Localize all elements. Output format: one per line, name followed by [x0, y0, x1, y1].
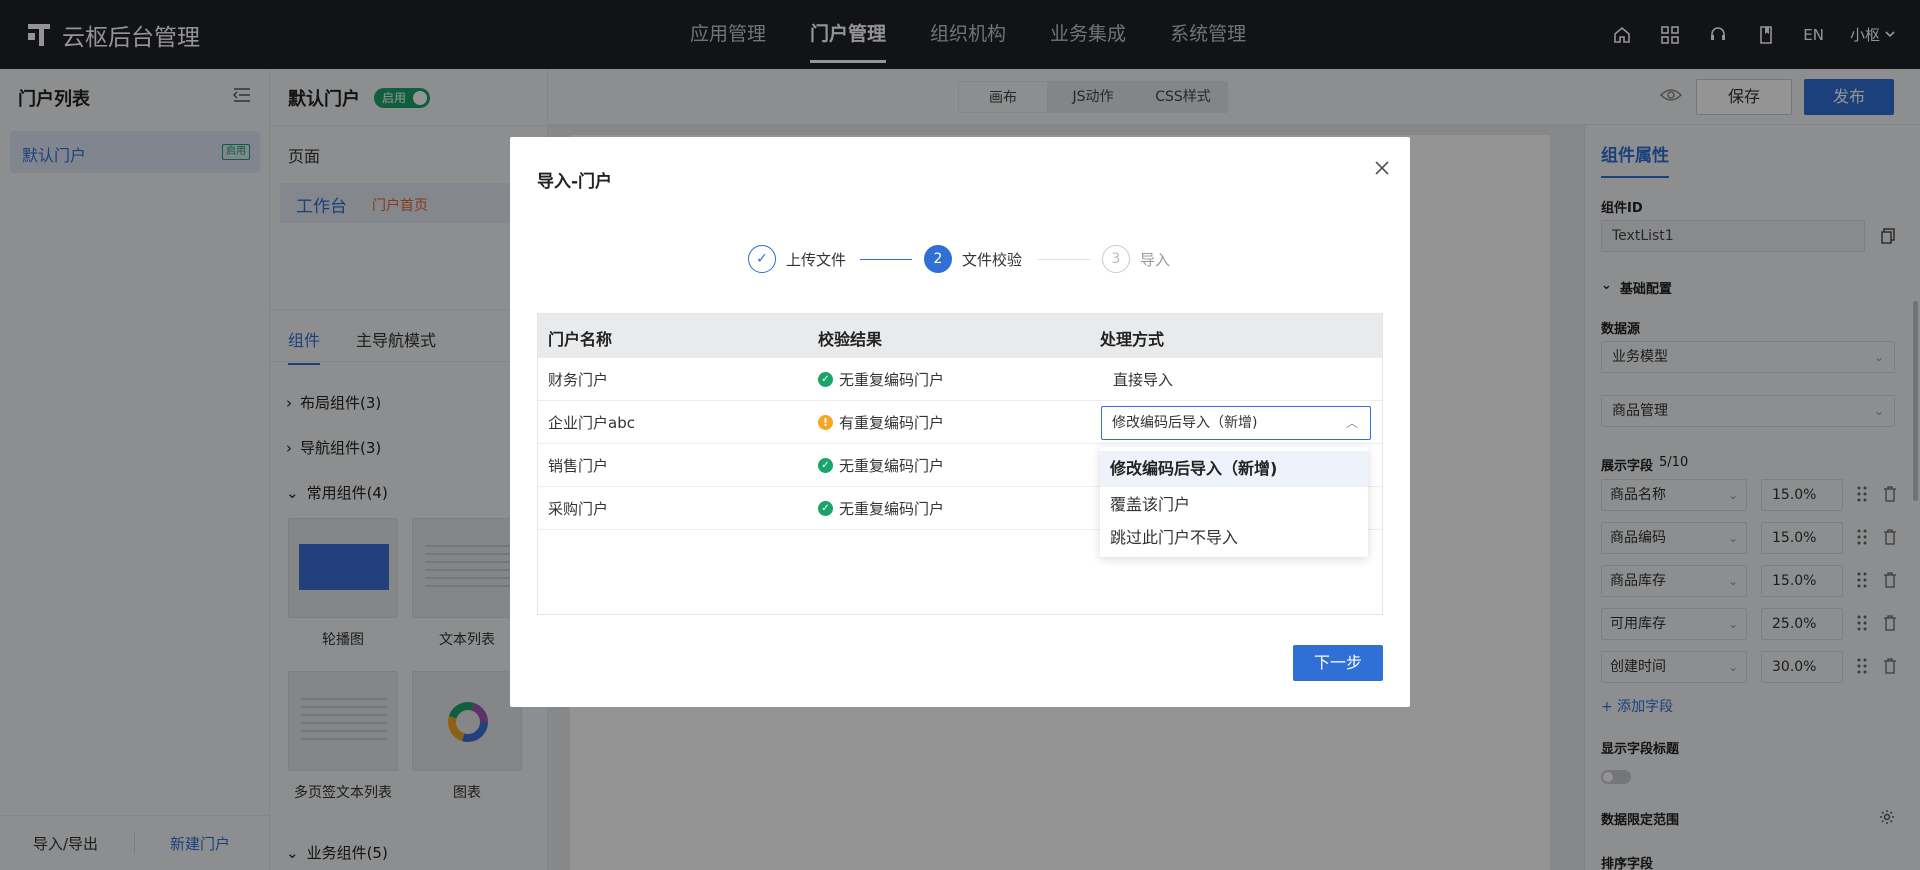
cell-action: 直接导入: [1113, 371, 1174, 389]
step-2-label: 文件校验: [962, 251, 1023, 269]
chevron-up-icon: ︿: [1345, 416, 1358, 430]
cell-portal-name: 采购门户: [548, 500, 609, 518]
table-row: 财务门户 ✓ 无重复编码门户 直接导入: [538, 358, 1382, 401]
stepper: ✓ 上传文件 2 文件校验 3 导入: [748, 245, 1248, 275]
table-header: 门户名称 校验结果 处理方式: [538, 314, 1382, 358]
next-step-button[interactable]: 下一步: [1293, 645, 1383, 681]
result-text: 无重复编码门户: [839, 500, 945, 518]
close-icon[interactable]: [1374, 157, 1390, 182]
step-2-circle: 2: [924, 245, 952, 273]
cell-result: ! 有重复编码门户: [818, 412, 944, 433]
check-circle-icon: ✓: [818, 501, 833, 516]
check-circle-icon: ✓: [818, 458, 833, 473]
cell-portal-name: 销售门户: [548, 457, 609, 475]
cell-result: ✓ 无重复编码门户: [818, 369, 944, 390]
action-select-value: 修改编码后导入（新增): [1112, 415, 1258, 431]
col-header-action: 处理方式: [1100, 330, 1165, 349]
step-1-label: 上传文件: [786, 251, 847, 269]
check-circle-icon: ✓: [818, 372, 833, 387]
result-text: 无重复编码门户: [839, 371, 945, 389]
col-header-portal-name: 门户名称: [548, 330, 613, 349]
action-select[interactable]: 修改编码后导入（新增) ︿: [1101, 406, 1371, 440]
step-3-label: 导入: [1140, 251, 1171, 269]
result-text: 有重复编码门户: [839, 414, 945, 432]
dropdown-option-rename-import[interactable]: 修改编码后导入（新增): [1100, 451, 1368, 487]
cell-result: ✓ 无重复编码门户: [818, 498, 944, 519]
step-1-check-icon: ✓: [748, 245, 776, 273]
step-3-circle: 3: [1102, 245, 1130, 273]
import-portal-modal: 导入-门户 ✓ 上传文件 2 文件校验 3 导入 门户名称 校验结果 处理方式 …: [510, 137, 1410, 707]
col-header-result: 校验结果: [818, 330, 883, 349]
cell-portal-name: 企业门户abc: [548, 414, 635, 432]
cell-result: ✓ 无重复编码门户: [818, 455, 944, 476]
modal-title: 导入-门户: [537, 172, 613, 192]
dropdown-option-overwrite[interactable]: 覆盖该门户: [1100, 487, 1368, 523]
table-row: 企业门户abc ! 有重复编码门户 修改编码后导入（新增) ︿: [538, 401, 1382, 444]
step-connector: [860, 259, 912, 260]
warning-icon: !: [818, 415, 833, 430]
action-dropdown-menu: 修改编码后导入（新增) 覆盖该门户 跳过此门户不导入: [1100, 447, 1368, 557]
result-text: 无重复编码门户: [839, 457, 945, 475]
dropdown-option-skip[interactable]: 跳过此门户不导入: [1100, 520, 1368, 556]
step-connector: [1038, 259, 1090, 260]
cell-portal-name: 财务门户: [548, 371, 609, 389]
